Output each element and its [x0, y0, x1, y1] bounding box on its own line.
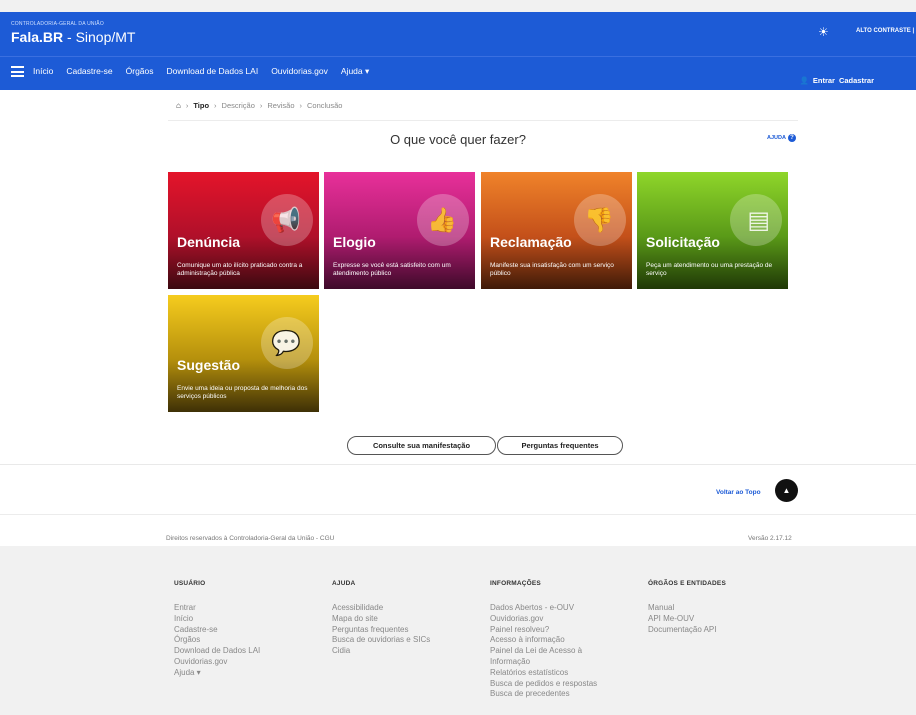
footer-link[interactable]: Download de Dados LAI [174, 646, 260, 657]
version-text: Versão 2.17.12 [748, 535, 792, 542]
question-icon: ? [787, 134, 796, 142]
footer-link[interactable]: Mapa do site [332, 614, 430, 625]
nav-menu: Início Cadastre-se Órgãos Download de Da… [33, 66, 369, 77]
card-description: Peça um atendimento ou uma prestação de … [646, 262, 773, 278]
footer-link[interactable]: Busca de ouvidorias e SICs [332, 635, 430, 646]
breadcrumb-separator: › [214, 101, 217, 110]
breadcrumb-divider [168, 120, 798, 121]
footer-column-informacoes: INFORMAÇÕES Dados Abertos - e-OUV Ouvido… [490, 580, 620, 700]
back-to-top-bar: Voltar ao Topo ▲ [0, 464, 916, 514]
card-description: Comunique um ato ilícito praticado contr… [177, 262, 303, 278]
footer: USUÁRIO Entrar Início Cadastre-se Órgãos… [0, 546, 916, 715]
site-title[interactable]: Fala.BR - Sinop/MT [11, 29, 135, 45]
card-title: Elogio [333, 234, 376, 250]
login-link[interactable]: Entrar [813, 76, 835, 85]
footer-link[interactable]: Cadastre-se [174, 625, 260, 636]
back-to-top-link[interactable]: Voltar ao Topo [716, 489, 761, 496]
footer-link[interactable]: Órgãos [174, 635, 260, 646]
footer-link[interactable]: Início [174, 614, 260, 625]
chevron-up-icon[interactable]: ▲ [775, 479, 798, 502]
nav-item-download-lai[interactable]: Download de Dados LAI [167, 66, 259, 77]
breadcrumb-step-tipo: Tipo [193, 101, 210, 110]
footer-link[interactable]: Painel resolveu? [490, 625, 620, 636]
nav-item-ajuda[interactable]: Ajuda ▾ [341, 66, 369, 77]
faq-button[interactable]: Perguntas frequentes [497, 436, 623, 455]
user-links: 👤 Entrar Cadastrar [800, 76, 874, 85]
breadcrumb-separator: › [185, 101, 189, 110]
thumbs-up-icon: 👍 [427, 206, 457, 234]
footer-link[interactable]: Manual [648, 603, 726, 614]
card-elogio[interactable]: 👍 Elogio Expresse se você está satisfeit… [324, 172, 475, 289]
footer-link[interactable]: Busca de precedentes [490, 689, 620, 700]
copyright-text: Direitos reservados à Controladoria-Gera… [166, 535, 335, 542]
footer-link[interactable]: Ouvidorias.gov [490, 614, 620, 625]
register-link[interactable]: Cadastrar [839, 76, 874, 85]
main-nav: Início Cadastre-se Órgãos Download de Da… [0, 56, 916, 90]
site-title-main: Fala.BR [11, 29, 64, 45]
high-contrast-toggle[interactable]: ALTO CONTRASTE | [856, 28, 914, 34]
footer-link[interactable]: API Me-OUV [648, 614, 726, 625]
card-title: Reclamação [490, 234, 572, 250]
breadcrumb-separator: › [299, 101, 303, 110]
rights-bar: Direitos reservados à Controladoria-Gera… [0, 514, 916, 546]
menu-icon[interactable] [11, 66, 24, 77]
nav-item-cadastre-se[interactable]: Cadastre-se [66, 66, 112, 77]
footer-heading: INFORMAÇÕES [490, 580, 541, 587]
breadcrumb: ⌂ › Tipo › Descrição › Revisão › Conclus… [176, 101, 342, 110]
home-icon[interactable]: ⌂ [176, 101, 181, 110]
footer-link[interactable]: Acessibilidade [332, 603, 430, 614]
site-title-location: - Sinop/MT [63, 29, 136, 45]
breadcrumb-separator: › [259, 101, 263, 110]
thumbs-down-icon: 👎 [584, 206, 614, 234]
nav-item-ouvidorias[interactable]: Ouvidorias.gov [271, 66, 328, 77]
footer-link[interactable]: Ouvidorias.gov [174, 657, 260, 668]
footer-link[interactable]: Cidia [332, 646, 430, 657]
card-solicitacao[interactable]: ▤ Solicitação Peça um atendimento ou uma… [637, 172, 788, 289]
org-name: CONTROLADORIA-GERAL DA UNIÃO [11, 21, 104, 27]
header-bar: CONTROLADORIA-GERAL DA UNIÃO Fala.BR - S… [0, 12, 916, 56]
card-description: Expresse se você está satisfeito com um … [333, 262, 451, 278]
nav-item-inicio[interactable]: Início [33, 66, 53, 77]
footer-link[interactable]: Entrar [174, 603, 260, 614]
card-denuncia[interactable]: 📢 Denúncia Comunique um ato ilícito prat… [168, 172, 319, 289]
main-content: ⌂ › Tipo › Descrição › Revisão › Conclus… [0, 90, 916, 464]
card-reclamacao[interactable]: 👎 Reclamação Manifeste sua insatisfação … [481, 172, 632, 289]
megaphone-icon: 📢 [271, 206, 301, 234]
sun-icon[interactable]: ☀ [818, 25, 829, 39]
footer-link[interactable]: Perguntas frequentes [332, 625, 430, 636]
breadcrumb-step-descricao: Descrição [221, 101, 255, 110]
card-sugestao[interactable]: 💬 Sugestão Envie uma ideia ou proposta d… [168, 295, 319, 412]
footer-link[interactable]: Ajuda ▾ [174, 668, 260, 679]
help-label: AJUDA [767, 135, 786, 141]
card-title: Solicitação [646, 234, 720, 250]
consult-manifestation-button[interactable]: Consulte sua manifestação [347, 436, 496, 455]
footer-column-ajuda: AJUDA Acessibilidade Mapa do site Pergun… [332, 580, 430, 657]
footer-column-orgaos-entidades: ÓRGÃOS E ENTIDADES Manual API Me-OUV Doc… [648, 580, 726, 635]
form-icon: ▤ [747, 206, 770, 234]
footer-link[interactable]: Busca de pedidos e respostas [490, 679, 620, 690]
breadcrumb-step-conclusao: Conclusão [307, 101, 343, 110]
card-title: Denúncia [177, 234, 241, 250]
footer-heading: AJUDA [332, 580, 356, 587]
speech-bubble-icon: 💬 [271, 329, 301, 357]
footer-link[interactable]: Documentação API [648, 625, 726, 636]
footer-heading: ÓRGÃOS E ENTIDADES [648, 580, 726, 587]
card-description: Envie uma ideia ou proposta de melhoria … [177, 385, 308, 401]
breadcrumb-step-revisao: Revisão [267, 101, 295, 110]
card-description: Manifeste sua insatisfação com um serviç… [490, 262, 614, 278]
footer-column-usuario: USUÁRIO Entrar Início Cadastre-se Órgãos… [174, 580, 260, 679]
help-link[interactable]: AJUDA? [767, 134, 796, 142]
user-icon: 👤 [799, 76, 809, 85]
footer-link[interactable]: Acesso à informação [490, 635, 620, 646]
card-title: Sugestão [177, 357, 241, 373]
footer-heading: USUÁRIO [174, 580, 206, 587]
nav-item-orgaos[interactable]: Órgãos [126, 66, 154, 77]
footer-link[interactable]: Painel da Lei de Acesso à Informação [490, 646, 620, 668]
footer-link[interactable]: Relatórios estatísticos [490, 668, 620, 679]
footer-link[interactable]: Dados Abertos - e-OUV [490, 603, 620, 614]
